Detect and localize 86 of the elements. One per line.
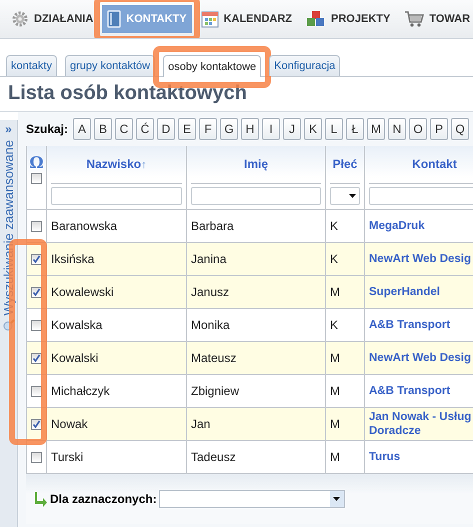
surname-cell: Baranowska	[51, 219, 118, 233]
letter-button[interactable]: H	[241, 118, 260, 140]
letter-button[interactable]: F	[199, 118, 218, 140]
filter-dropdown[interactable]	[330, 187, 360, 206]
company-link[interactable]: Turus	[369, 450, 400, 464]
row-checkbox[interactable]	[31, 386, 42, 396]
company-link[interactable]: A&B Transport	[369, 384, 450, 398]
letter-button[interactable]: D	[157, 118, 176, 140]
tab[interactable]: osoby kontaktowe	[163, 55, 262, 77]
row-checkbox[interactable]	[31, 418, 42, 430]
filter-field[interactable]	[369, 187, 473, 206]
tab[interactable]: Konfiguracja	[269, 55, 340, 76]
first-name-cell: Tadeusz	[191, 450, 236, 464]
page-title: Lista osób kontaktowych	[8, 82, 248, 105]
bulk-action-label: Dla zaznaczonych:	[50, 492, 157, 506]
nav-item[interactable]: DZIAŁANIA	[6, 5, 98, 33]
dropdown-arrow-icon	[349, 194, 356, 198]
company-link[interactable]: A&B Transport	[369, 318, 450, 332]
surname-cell: Michałczyk	[51, 384, 110, 398]
surname-cell: Kowalski	[51, 351, 98, 365]
column-chooser-icon[interactable]: Ω	[29, 156, 44, 170]
gear-icon	[11, 10, 29, 28]
row-checkbox[interactable]	[31, 220, 42, 232]
surname-cell: Iksińska	[51, 252, 94, 266]
row-checkbox[interactable]	[31, 286, 42, 298]
nav-item[interactable]: PROJEKTY	[301, 5, 396, 33]
first-name-cell: Zbigniew	[191, 384, 240, 398]
surname-cell: Kowalska	[51, 318, 102, 332]
filter-field[interactable]	[191, 187, 321, 206]
letter-button[interactable]: K	[304, 118, 322, 140]
letter-button[interactable]: B	[94, 118, 112, 140]
first-name-cell: Barbara	[191, 219, 234, 233]
gender-cell: K	[330, 219, 338, 233]
row-checkbox[interactable]	[31, 254, 42, 264]
bulk-action-dropdown[interactable]	[158, 490, 345, 508]
return-arrow-icon	[34, 491, 48, 507]
expand-toggle[interactable]: »	[5, 122, 12, 136]
letter-button[interactable]: Ł	[346, 118, 364, 140]
first-name-cell: Janusz	[191, 285, 230, 299]
company-link[interactable]: MegaDruk	[369, 219, 425, 233]
gender-cell: M	[330, 384, 340, 398]
first-name-cell: Mateusz	[191, 351, 236, 365]
letter-button[interactable]: I	[262, 118, 280, 140]
gender-cell: K	[330, 318, 338, 332]
letter-button[interactable]: E	[178, 118, 196, 140]
letter-button[interactable]: Q	[451, 118, 470, 140]
gender-cell: M	[330, 285, 340, 299]
gender-cell: M	[330, 417, 340, 431]
gender-cell: M	[330, 351, 340, 365]
row-checkbox[interactable]	[31, 352, 42, 364]
first-name-cell: Jan	[191, 417, 210, 431]
column-header[interactable]: Imię	[244, 157, 268, 172]
letter-button[interactable]: O	[409, 118, 428, 140]
gender-cell: K	[330, 252, 338, 266]
search-label: Szukaj:	[26, 122, 68, 136]
letter-button[interactable]: C	[115, 118, 134, 140]
cart-icon	[404, 10, 424, 28]
letter-button[interactable]: A	[73, 118, 92, 140]
tab[interactable]: grupy kontaktów	[64, 55, 156, 76]
letter-button[interactable]: Ć	[136, 118, 154, 140]
book-icon	[107, 10, 122, 28]
surname-cell: Turski	[51, 450, 84, 464]
surname-cell: Kowalewski	[51, 285, 114, 299]
nav-item[interactable]: KALENDARZ	[196, 5, 298, 33]
letter-button[interactable]: J	[283, 118, 302, 140]
tab[interactable]: kontakty	[6, 55, 57, 76]
column-header[interactable]: Kontakt	[412, 157, 457, 172]
first-name-cell: Monika	[191, 318, 230, 332]
calendar-icon	[200, 10, 219, 28]
letter-button[interactable]: M	[367, 118, 386, 140]
letter-button[interactable]: L	[325, 118, 344, 140]
letter-button[interactable]: N	[388, 118, 406, 140]
column-header[interactable]: Płeć	[332, 157, 358, 172]
column-header[interactable]: Nazwisko↑	[86, 157, 147, 172]
nav-item[interactable]: TOWAR	[399, 5, 473, 33]
select-all-checkbox[interactable]	[31, 173, 42, 184]
letter-button[interactable]: P	[430, 118, 448, 140]
advanced-search-link[interactable]: Wyszukiwanie zaawansowane	[1, 140, 16, 316]
gender-cell: M	[330, 450, 340, 464]
cubes-icon	[306, 10, 326, 28]
row-checkbox[interactable]	[31, 452, 42, 462]
letter-button[interactable]: G	[220, 118, 238, 140]
row-checkbox[interactable]	[31, 320, 42, 330]
surname-cell: Nowak	[51, 417, 88, 431]
first-name-cell: Janina	[191, 252, 226, 266]
filter-field[interactable]	[51, 187, 182, 206]
